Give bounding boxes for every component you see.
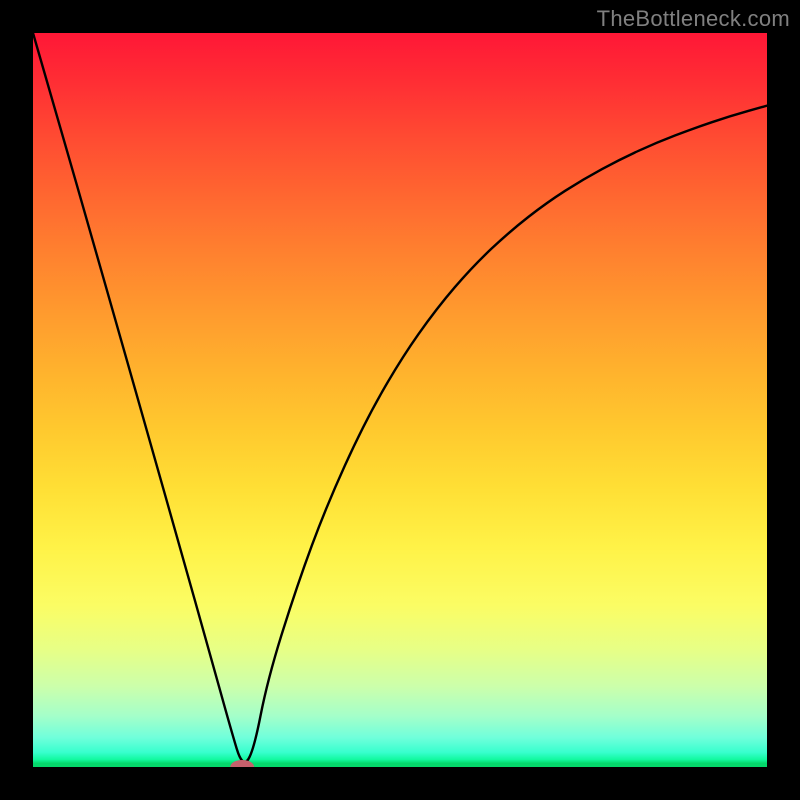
chart-frame: TheBottleneck.com	[0, 0, 800, 800]
minimum-marker	[230, 760, 254, 767]
curve-svg	[33, 33, 767, 767]
plot-area	[33, 33, 767, 767]
bottleneck-curve	[33, 33, 767, 762]
watermark-text: TheBottleneck.com	[597, 6, 790, 32]
